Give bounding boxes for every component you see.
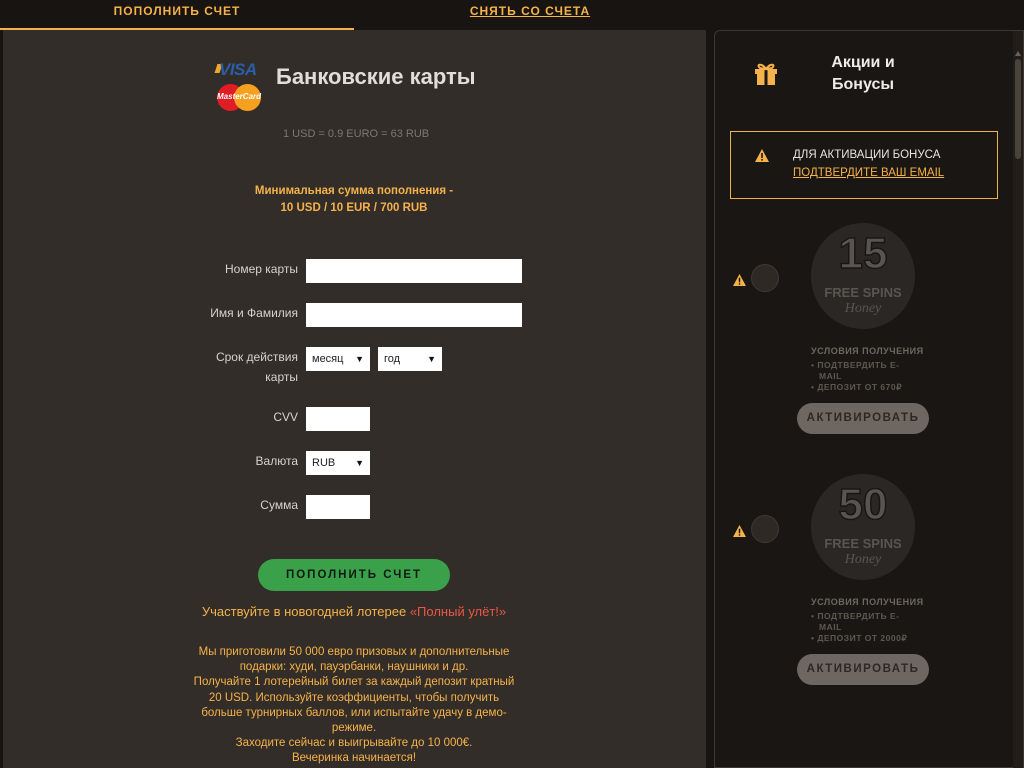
- bonus-offer: 50 FREE SPINS Honey УСЛОВИЯ ПОЛУЧЕНИЯ • …: [715, 474, 1015, 707]
- bonus-radio[interactable]: [751, 515, 779, 543]
- condition-item: MAIL: [819, 622, 842, 632]
- expiry-label-line2: карты: [265, 370, 298, 384]
- promo-line: Вечеринка начинается!: [291, 752, 417, 765]
- bonuses-title-line2: Бонусы: [832, 76, 894, 93]
- mastercard-logo: MasterCard: [217, 84, 261, 111]
- promo-line: Мы приготовили 50 000 евро призовых и до…: [198, 646, 510, 658]
- chevron-down-icon: ▼: [427, 354, 436, 364]
- verify-email-link[interactable]: ПОДТВЕРДИТЕ ВАШ EMAIL: [793, 167, 944, 179]
- mastercard-logo-text: MasterCard: [217, 92, 262, 101]
- scroll-up-icon[interactable]: [1015, 51, 1021, 56]
- activate-button[interactable]: АКТИВИРОВАТЬ: [797, 654, 929, 685]
- currency-label: Валюта: [255, 454, 298, 468]
- name-label: Имя и Фамилия: [210, 306, 298, 320]
- bonus-radio[interactable]: [751, 264, 779, 292]
- chevron-down-icon: ▼: [355, 354, 364, 364]
- deposit-button[interactable]: ПОПОЛНИТЬ СЧЕТ: [258, 559, 450, 591]
- tabs: ПОПОЛНИТЬ СЧЕТ СНЯТЬ СО СЧЕТА: [0, 0, 706, 30]
- expiry-label-line1: Срок действия: [215, 350, 298, 364]
- promo-line: 20 USD. Используйте коэффициенты, чтобы …: [208, 691, 500, 704]
- expiry-year-value: год: [384, 353, 401, 365]
- lottery-link[interactable]: «Полный улёт!»: [410, 604, 506, 619]
- cvv-input[interactable]: [306, 407, 370, 431]
- gift-icon: [755, 63, 777, 85]
- free-spins-text: FREE SPINS: [824, 285, 902, 300]
- conditions-title: УСЛОВИЯ ПОЛУЧЕНИЯ: [811, 597, 924, 607]
- page-title: Банковские карты: [276, 64, 476, 89]
- exchange-rate: 1 USD = 0.9 EURO = 63 RUB: [283, 128, 430, 140]
- chevron-down-icon: ▼: [355, 458, 364, 468]
- expiry-year-select[interactable]: год ▼: [378, 347, 442, 371]
- email-verify-notice: ДЛЯ АКТИВАЦИИ БОНУСА ПОДТВЕРДИТЕ ВАШ EMA…: [730, 131, 998, 199]
- free-spins-badge: 50 FREE SPINS Honey: [811, 474, 915, 580]
- currency-select[interactable]: RUB ▼: [306, 451, 370, 475]
- bonuses-title: Акции и Бонусы: [805, 52, 921, 96]
- tab-withdraw[interactable]: СНЯТЬ СО СЧЕТА: [354, 0, 706, 30]
- condition-item: MAIL: [819, 371, 842, 381]
- bonus-offer: 15 FREE SPINS Honey УСЛОВИЯ ПОЛУЧЕНИЯ • …: [715, 223, 1015, 456]
- conditions-title: УСЛОВИЯ ПОЛУЧЕНИЯ: [811, 346, 924, 356]
- expiry-month-select[interactable]: месяц ▼: [306, 347, 370, 371]
- free-spins-text: FREE SPINS: [824, 536, 902, 551]
- promo-line: Получайте 1 лотерейный билет за каждый д…: [193, 676, 515, 689]
- deposit-panel: VISA MasterCard Банковские карты 1 USD =…: [3, 30, 706, 768]
- name-input[interactable]: [306, 303, 522, 327]
- notice-text: ДЛЯ АКТИВАЦИИ БОНУСА: [793, 149, 941, 161]
- minimum-deposit-line2: 10 USD / 10 EUR / 700 RUB: [280, 202, 428, 214]
- activate-button[interactable]: АКТИВИРОВАТЬ: [797, 403, 929, 434]
- card-number-input[interactable]: [306, 259, 522, 283]
- warning-icon: [733, 274, 746, 286]
- currency-value: RUB: [312, 457, 336, 469]
- free-spins-badge: 15 FREE SPINS Honey: [811, 223, 915, 329]
- scrollbar-thumb[interactable]: [1015, 59, 1021, 159]
- visa-logo: VISA: [219, 60, 257, 79]
- free-spins-count: 15: [838, 228, 888, 279]
- cvv-label: CVV: [273, 410, 298, 424]
- condition-item: • ПОДТВЕРДИТЬ E-: [811, 360, 900, 370]
- bonuses-sidebar: Акции и Бонусы ДЛЯ АКТИВАЦИИ БОНУСА ПОДТ…: [714, 30, 1024, 768]
- condition-item: • ДЕПОЗИТ ОТ 670₽: [811, 382, 903, 392]
- warning-icon: [755, 149, 769, 162]
- minimum-deposit-notice: Минимальная сумма пополнения - 10 USD / …: [203, 183, 505, 217]
- tab-deposit[interactable]: ПОПОЛНИТЬ СЧЕТ: [0, 0, 354, 30]
- condition-item: • ДЕПОЗИТ ОТ 2000₽: [811, 633, 908, 643]
- lottery-banner: Участвуйте в новогодней лотерее «Полный …: [103, 604, 605, 619]
- expiry-label: Срок действия карты: [98, 347, 298, 387]
- condition-item: • ПОДТВЕРДИТЬ E-: [811, 611, 900, 621]
- card-number-label: Номер карты: [225, 262, 298, 276]
- brand-logo: Honey: [844, 301, 882, 316]
- page: ПОПОЛНИТЬ СЧЕТ СНЯТЬ СО СЧЕТА VISA Maste…: [0, 0, 1024, 768]
- warning-icon: [733, 525, 746, 537]
- bonuses-title-line1: Акции и: [831, 54, 895, 71]
- amount-label: Сумма: [260, 498, 298, 512]
- expiry-month-value: месяц: [312, 353, 344, 365]
- free-spins-count: 50: [838, 479, 888, 530]
- promo-line: больше турнирных баллов, или испытайте у…: [201, 706, 507, 719]
- brand-logo: Honey: [844, 552, 882, 567]
- promo-text: Мы приготовили 50 000 евро призовых и до…: [173, 645, 535, 767]
- promo-line: Заходите сейчас и выигрывайте до 10 000€…: [235, 737, 473, 750]
- promo-line: подарки: худи, пауэрбанки, наушники и др…: [239, 661, 469, 674]
- minimum-deposit-line1: Минимальная сумма пополнения -: [254, 185, 454, 197]
- promo-line: режиме.: [331, 722, 377, 735]
- lottery-prefix: Участвуйте в новогодней лотерее: [201, 604, 410, 619]
- amount-input[interactable]: [306, 495, 370, 519]
- card-logos: VISA MasterCard: [214, 60, 263, 111]
